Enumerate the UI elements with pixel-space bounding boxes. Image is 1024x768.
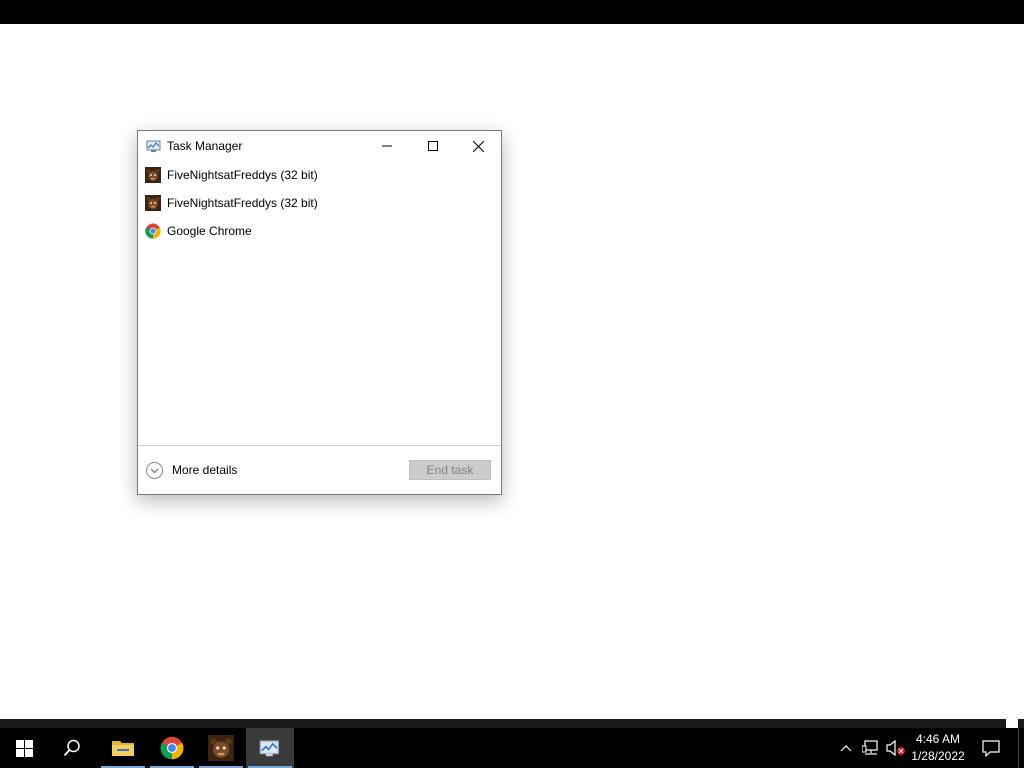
- more-details-label: More details: [172, 463, 238, 477]
- close-button[interactable]: [455, 131, 501, 161]
- chevron-up-icon: [840, 745, 852, 752]
- volume-muted-icon: [886, 740, 905, 756]
- process-row[interactable]: FiveNightsatFreddys (32 bit): [138, 189, 501, 217]
- process-label: FiveNightsatFreddys (32 bit): [167, 196, 318, 210]
- network-icon: [862, 740, 878, 755]
- volume-button[interactable]: [886, 738, 906, 758]
- more-details-button[interactable]: More details: [146, 460, 237, 480]
- top-black-bar: [0, 0, 1024, 24]
- freddy-icon: [145, 167, 161, 183]
- process-row[interactable]: Google Chrome: [138, 217, 501, 245]
- process-label: Google Chrome: [167, 224, 252, 238]
- taskbar: 4:46 AM 1/28/2022: [0, 728, 1024, 768]
- chevron-down-icon: [146, 461, 163, 479]
- maximize-icon: [428, 141, 438, 151]
- folder-icon: [112, 741, 134, 756]
- taskbar-google-chrome[interactable]: [148, 728, 196, 768]
- taskbar-task-manager[interactable]: [246, 728, 294, 768]
- task-manager-icon: [259, 740, 279, 757]
- freddy-icon: [145, 195, 161, 211]
- end-task-button[interactable]: End task: [409, 460, 491, 480]
- process-list: FiveNightsatFreddys (32 bit) FiveNightsa…: [138, 161, 501, 245]
- action-center-button[interactable]: [981, 738, 1001, 758]
- strip-corner: [1006, 719, 1018, 728]
- chrome-icon: [145, 223, 161, 239]
- clock[interactable]: 4:46 AM 1/28/2022: [907, 731, 969, 765]
- clock-time: 4:46 AM: [915, 732, 961, 746]
- windows-logo-icon: [15, 739, 33, 757]
- minimize-button[interactable]: [364, 131, 410, 161]
- maximize-button[interactable]: [410, 131, 456, 161]
- bottom-strip: [0, 719, 1024, 728]
- task-manager-window: Task Manager FiveNightsatFreddys (32 bit…: [137, 130, 502, 495]
- close-icon: [472, 140, 484, 152]
- show-desktop-button[interactable]: [1018, 728, 1024, 768]
- task-manager-icon: [146, 138, 162, 154]
- footer-divider: [138, 445, 501, 446]
- show-hidden-icons-button[interactable]: [836, 738, 856, 758]
- clock-date: 1/28/2022: [911, 749, 965, 763]
- notification-icon: [982, 739, 1000, 757]
- freddy-icon: [208, 735, 234, 761]
- search-button[interactable]: [48, 728, 96, 768]
- chrome-icon: [160, 736, 184, 760]
- search-icon: [63, 739, 80, 757]
- taskbar-five-nights-at-freddys[interactable]: [197, 728, 245, 768]
- title-bar[interactable]: Task Manager: [138, 131, 501, 161]
- minimize-icon: [382, 145, 392, 147]
- network-button[interactable]: [861, 738, 881, 758]
- start-button[interactable]: [0, 728, 48, 768]
- taskbar-file-explorer[interactable]: [99, 728, 147, 768]
- window-title: Task Manager: [167, 139, 243, 153]
- process-row[interactable]: FiveNightsatFreddys (32 bit): [138, 161, 501, 189]
- process-label: FiveNightsatFreddys (32 bit): [167, 168, 318, 182]
